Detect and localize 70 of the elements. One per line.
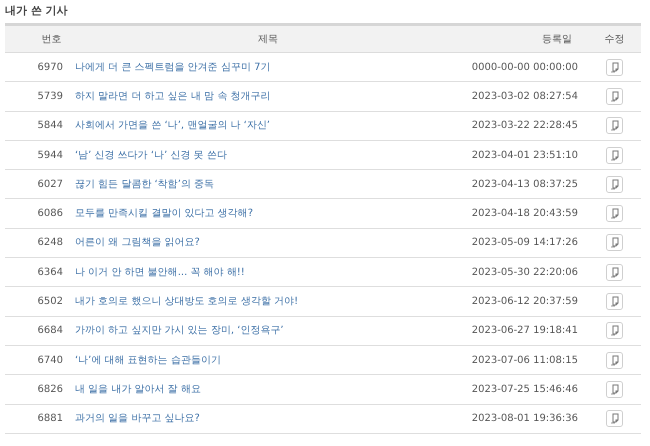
table-cell-text: 6684 <box>36 324 64 338</box>
edit-button[interactable] <box>606 293 623 310</box>
edit-button[interactable] <box>606 234 623 252</box>
edit-icon <box>610 120 619 132</box>
edit-button[interactable] <box>606 176 623 193</box>
table-cell-text: 6740 <box>36 354 64 368</box>
article-link[interactable]: 사회에서 가면을 쓴 ‘나’, 맨얼굴의 나 ‘자신’ <box>75 120 270 132</box>
table-cell-text: 2023-08-01 19:36:36 <box>470 412 579 426</box>
edit-button[interactable] <box>606 88 623 105</box>
table-cell-text: 2023-05-09 14:17:26 <box>470 236 579 250</box>
table-cell-text: 6027 <box>36 178 64 192</box>
article-link[interactable]: ‘남’ 신경 쓰다가 ‘나’ 신경 못 쓴다 <box>75 150 227 161</box>
edit-icon <box>610 237 619 248</box>
edit-icon <box>610 266 619 278</box>
edit-button[interactable] <box>606 322 623 340</box>
table-cell-text: 5844 <box>36 119 64 134</box>
article-link[interactable]: 내가 호의로 했으니 상대방도 호의로 생각할 거야! <box>75 296 298 308</box>
table-cell-text: 2023-07-25 15:46:46 <box>470 382 579 397</box>
table-cell-text: 2023-06-27 19:18:41 <box>470 324 579 338</box>
table-cell-text: 5944 <box>36 148 64 163</box>
edit-icon <box>610 178 619 190</box>
edit-button[interactable] <box>606 117 623 134</box>
table-cell-text: 5739 <box>36 90 64 104</box>
article-link[interactable]: 가까이 하고 싶지만 가시 있는 장미, ‘인정욕구’ <box>75 325 284 336</box>
article-link[interactable]: 나에게 더 큰 스펙트럼을 안겨준 심꾸미 7기 <box>75 62 270 73</box>
table-cell-text: 6364 <box>36 266 64 280</box>
table-cell-text: 2023-07-06 11:08:15 <box>470 354 579 368</box>
table-cell-text: 2023-05-30 22:20:06 <box>470 266 579 280</box>
article-link[interactable]: 모두를 만족시킬 결말이 있다고 생각해? <box>75 208 254 220</box>
edit-button[interactable] <box>606 352 623 369</box>
column-header: 등록일 <box>541 32 573 46</box>
edit-icon <box>610 62 619 73</box>
table-cell-text: 6826 <box>36 382 64 397</box>
article-link[interactable]: 어른이 왜 그림책을 읽어요? <box>75 237 200 248</box>
column-header: 수정 <box>604 32 626 46</box>
column-header: 번호 <box>40 32 62 46</box>
table-cell-text: 2023-03-22 22:28:45 <box>470 119 579 134</box>
edit-button[interactable] <box>606 205 623 222</box>
section-title: 내가 쓴 기사 <box>5 3 69 19</box>
edit-icon <box>610 413 619 424</box>
article-link[interactable]: 과거의 일을 바꾸고 싶나요? <box>75 413 200 424</box>
table-cell-text: 6086 <box>36 207 64 222</box>
edit-button[interactable] <box>606 410 623 428</box>
edit-icon <box>610 150 619 161</box>
edit-button[interactable] <box>606 380 623 398</box>
edit-icon <box>610 325 619 336</box>
edit-icon <box>610 208 619 220</box>
table-cell-text: 2023-04-18 20:43:59 <box>470 207 579 222</box>
table-cell-text: 6970 <box>36 60 64 75</box>
article-link[interactable]: 하지 말라면 더 하고 싶은 내 맘 속 청개구리 <box>75 90 270 102</box>
table-cell-text: 2023-06-12 20:37:59 <box>470 295 579 310</box>
edit-icon <box>610 384 619 395</box>
table-cell-text: 6248 <box>36 236 64 250</box>
edit-button[interactable] <box>606 58 623 76</box>
article-link[interactable]: 나 이거 안 하면 불안해... 꼭 해야 해!! <box>75 266 245 278</box>
table-cell-text: 6881 <box>36 412 64 426</box>
edit-button[interactable] <box>606 264 623 281</box>
table-cell-text: 2023-04-13 08:37:25 <box>470 178 579 192</box>
table-cell-text: 2023-04-01 23:51:10 <box>470 148 579 163</box>
edit-icon <box>610 296 619 308</box>
edit-icon <box>610 354 619 366</box>
table-cell-text: 6502 <box>36 295 64 310</box>
article-link[interactable]: 내 일을 내가 알아서 잘 해요 <box>75 384 201 395</box>
table-cell-text: 2023-03-02 08:27:54 <box>470 90 579 104</box>
edit-icon <box>610 90 619 102</box>
table-cell-text: 0000-00-00 00:00:00 <box>470 60 579 75</box>
article-link[interactable]: 끊기 힘든 달콤한 ‘착함’의 중독 <box>75 178 214 190</box>
column-header: 제목 <box>257 32 279 46</box>
edit-button[interactable] <box>606 146 623 164</box>
article-link[interactable]: ‘나’에 대해 표현하는 습관들이기 <box>75 354 221 366</box>
